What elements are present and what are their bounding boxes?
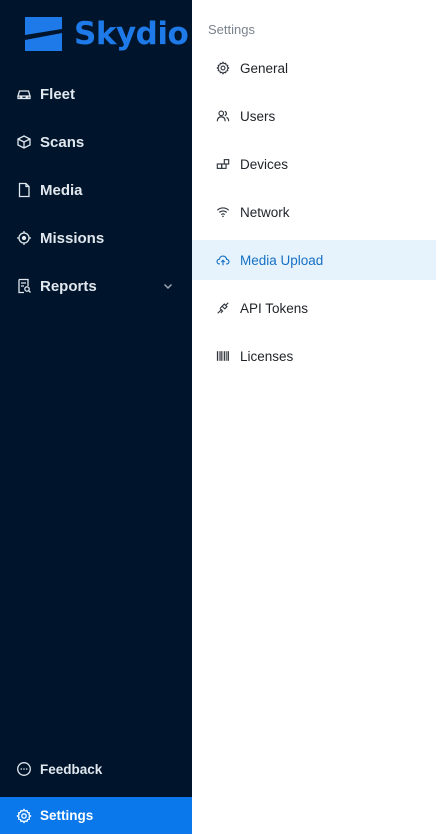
settings-item-label: General [240,60,289,76]
skydio-logo-mark [25,17,62,51]
brand-name: Skydio [74,15,189,52]
settings-item-users[interactable]: Users [192,96,436,136]
settings-item-api-tokens[interactable]: API Tokens [192,288,436,328]
main-sidebar: Skydio Fleet Scans Media Missions Report… [0,0,192,834]
sidebar-item-feedback[interactable]: Feedback [0,751,192,787]
sidebar-item-media[interactable]: Media [0,166,192,214]
report-icon [16,278,32,294]
cube-icon [16,134,32,150]
settings-item-label: Devices [240,156,289,172]
sidebar-bottom-nav: Feedback Settings [0,751,192,834]
submenu-title: Settings [208,22,255,37]
gear-icon [216,61,230,75]
file-icon [16,182,32,198]
gear-icon [16,807,32,824]
sidebar-item-label: Settings [40,808,94,823]
drone-icon [16,86,32,102]
sidebar-item-label: Scans [40,133,85,151]
wifi-icon [216,205,230,219]
sidebar-item-reports[interactable]: Reports [0,262,192,310]
settings-item-label: Network [240,204,290,220]
settings-item-network[interactable]: Network [192,192,436,232]
cloud-upload-icon [216,253,230,267]
target-icon [16,230,32,246]
settings-item-general[interactable]: General [192,48,436,88]
users-icon [216,109,230,123]
settings-item-licenses[interactable]: Licenses [192,336,436,376]
settings-item-label: Licenses [240,348,294,364]
chat-bubble-icon [16,761,32,777]
sidebar-item-scans[interactable]: Scans [0,118,192,166]
settings-item-label: Users [240,108,276,124]
plug-icon [216,301,230,315]
sidebar-item-label: Media [40,181,83,199]
sidebar-nav: Fleet Scans Media Missions Reports [0,70,192,310]
barcode-icon [216,349,230,363]
sidebar-item-label: Reports [40,277,97,295]
settings-item-media-upload[interactable]: Media Upload [192,240,436,280]
settings-item-label: API Tokens [240,300,309,316]
sidebar-item-label: Feedback [40,761,103,777]
chevron-down-icon[interactable] [162,280,174,292]
devices-icon [216,157,230,171]
sidebar-item-missions[interactable]: Missions [0,214,192,262]
settings-item-label: Media Upload [240,252,324,268]
settings-item-devices[interactable]: Devices [192,144,436,184]
sidebar-item-settings[interactable]: Settings [0,797,192,834]
brand-logo[interactable]: Skydio [22,14,189,54]
app-shell: Skydio Fleet Scans Media Missions Report… [0,0,436,834]
settings-nav: General Users Devices Network Media Uplo… [192,48,436,384]
sidebar-item-label: Missions [40,229,105,247]
sidebar-item-label: Fleet [40,85,76,103]
settings-submenu: Settings General Users Devices Network M… [192,0,436,834]
sidebar-item-fleet[interactable]: Fleet [0,70,192,118]
